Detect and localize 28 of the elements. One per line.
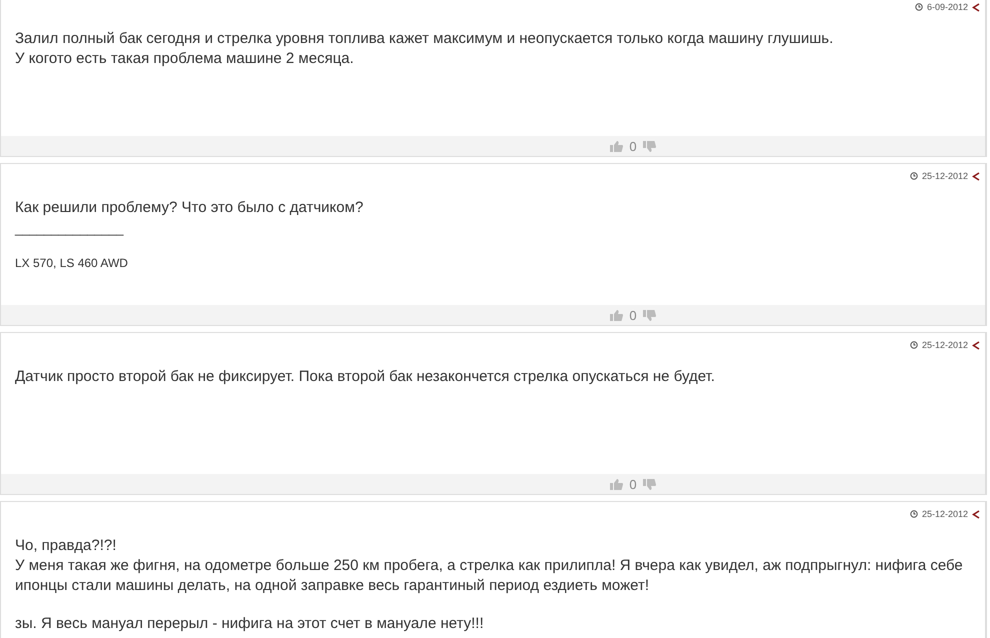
clock-icon (910, 172, 918, 180)
thumbs-down-icon[interactable] (642, 310, 656, 320)
comment-text: Датчик просто второй бак не фиксирует. Пока второй бак незакончется стрелка опускаться не будет. (15, 367, 716, 387)
share-icon[interactable] (972, 2, 980, 12)
share-icon[interactable] (972, 510, 980, 518)
comment-date: 25-12-2012 (922, 340, 968, 350)
clock-icon (910, 341, 918, 349)
vote-count: 0 (629, 476, 637, 492)
share-icon[interactable] (972, 340, 980, 350)
comment-date: 25-12-2012 (922, 171, 968, 181)
thumbs-up-icon[interactable] (610, 140, 624, 152)
signature-text: LX 570, LS 460 AWD (15, 256, 129, 270)
comment-text: Как решили проблему? Что это было с датчиком? (15, 198, 364, 218)
vote-count: 0 (629, 308, 637, 322)
comment-text: Чо, правда?!?! У меня такая же фигня, на одометре больше 250 км пробега, а стрелка как прилипла! Я вчера как увидел, аж подпрыгнул: нифига себе ипонцы стали машины делать, на одной заправке весь гарантиный период ездиеть может! (15, 536, 964, 596)
comment-text: Залил полный бак сегодня и стрелка уровня топлива кажет максимум и неопускается только когда машину глушишь. У когото есть такая проблема машине 2 месяца. (15, 29, 834, 69)
clock-icon (914, 3, 923, 11)
comment-text: зы. Я весь мануал перерыл - нифига на этот счет в мануале нету!!! (15, 614, 485, 634)
share-icon[interactable] (972, 172, 980, 180)
comment-date: 25-12-2012 (922, 509, 968, 519)
comment-date: 6-09-2012 (926, 2, 968, 12)
thumbs-down-icon[interactable] (642, 478, 656, 490)
thumbs-down-icon[interactable] (642, 140, 656, 152)
signature-separator: _______________ (15, 222, 125, 236)
vote-count: 0 (629, 138, 637, 154)
clock-icon (910, 510, 918, 518)
thumbs-up-icon[interactable] (610, 478, 624, 490)
thumbs-up-icon[interactable] (610, 310, 624, 320)
